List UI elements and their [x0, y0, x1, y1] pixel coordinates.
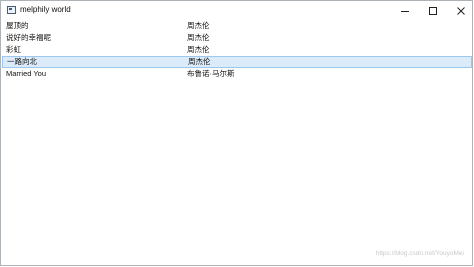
song-row[interactable]: 说好的幸福呢 周杰伦	[2, 32, 472, 44]
watermark-text: https://blog.csdn.net/YouyoMei	[375, 250, 464, 257]
song-list: 屋顶的 周杰伦 说好的幸福呢 周杰伦 彩虹 周杰伦 一路向北 周杰伦 Marri…	[1, 20, 472, 265]
song-title: 一路向北	[7, 57, 37, 66]
app-window: melphily world 屋顶的 周杰伦 说好的幸福呢 周杰伦 彩虹 周杰伦…	[0, 0, 473, 266]
song-artist: 布鲁诺·马尔斯	[187, 69, 235, 78]
song-artist: 周杰伦	[187, 33, 210, 42]
song-row-selected[interactable]: 一路向北 周杰伦	[2, 56, 472, 68]
song-artist: 周杰伦	[188, 57, 211, 66]
app-window-icon	[7, 6, 16, 14]
close-button[interactable]	[447, 1, 474, 20]
song-title: 彩虹	[6, 45, 21, 54]
song-title: 说好的幸福呢	[6, 33, 51, 42]
minimize-icon	[401, 10, 409, 12]
title-bar[interactable]: melphily world	[1, 1, 472, 20]
song-row[interactable]: 彩虹 周杰伦	[2, 44, 472, 56]
minimize-button[interactable]	[391, 1, 419, 20]
song-title: 屋顶的	[6, 21, 29, 30]
song-title: Married You	[6, 69, 47, 78]
maximize-button[interactable]	[419, 1, 447, 20]
song-row[interactable]: 屋顶的 周杰伦	[2, 20, 472, 32]
close-icon	[457, 6, 465, 15]
maximize-icon	[429, 6, 437, 15]
song-artist: 周杰伦	[187, 45, 210, 54]
window-title: melphily world	[20, 5, 71, 14]
song-row[interactable]: Married You 布鲁诺·马尔斯	[2, 68, 472, 80]
song-artist: 周杰伦	[187, 21, 210, 30]
